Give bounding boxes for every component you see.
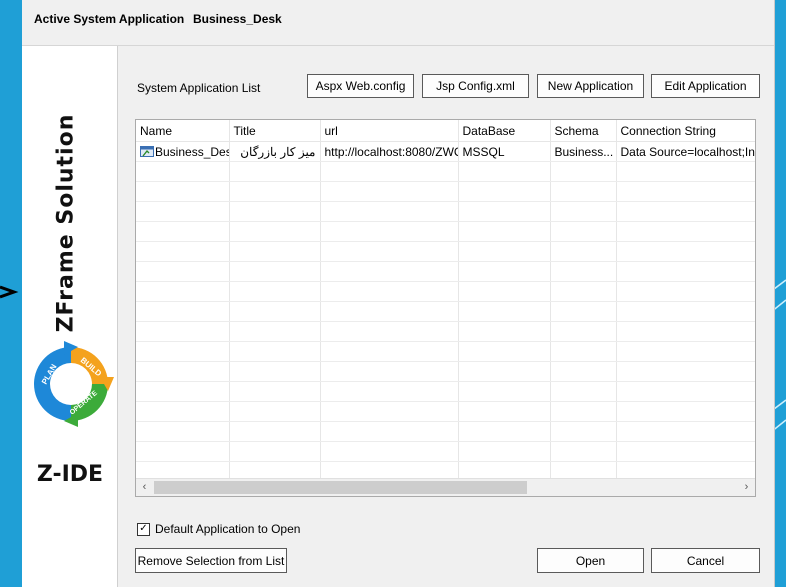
jsp-configxml-button[interactable]: Jsp Config.xml bbox=[422, 74, 529, 98]
new-application-button[interactable]: New Application bbox=[537, 74, 644, 98]
scrollbar-thumb[interactable] bbox=[154, 481, 527, 494]
aspx-webconfig-button[interactable]: Aspx Web.config bbox=[307, 74, 414, 98]
default-application-option[interactable]: ✓ Default Application to Open bbox=[137, 522, 300, 536]
column-header-connection-string[interactable]: Connection String bbox=[616, 120, 755, 142]
brand-title: ZFrame Solution bbox=[53, 113, 79, 333]
cell-name-text: Business_Desk bbox=[155, 144, 228, 159]
empty-row bbox=[136, 301, 755, 322]
empty-row bbox=[136, 441, 755, 462]
scroll-left-icon[interactable]: ‹ bbox=[136, 479, 153, 496]
edit-application-button[interactable]: Edit Application bbox=[651, 74, 760, 98]
cell-url[interactable]: http://localhost:8080/ZWC/ bbox=[320, 141, 459, 162]
application-table: Name Title url DataBase Schema Connectio… bbox=[136, 120, 755, 482]
empty-row bbox=[136, 321, 755, 342]
empty-row bbox=[136, 281, 755, 302]
active-application-bar: Active System Application Business_Desk bbox=[22, 0, 774, 46]
column-header-url[interactable]: url bbox=[320, 120, 459, 142]
active-application-value: Business_Desk bbox=[193, 12, 282, 26]
arrow-right-icon bbox=[0, 285, 19, 299]
empty-row bbox=[136, 361, 755, 382]
empty-row bbox=[136, 201, 755, 222]
open-button[interactable]: Open bbox=[537, 548, 644, 573]
default-application-label: Default Application to Open bbox=[155, 522, 301, 536]
main-panel: System Application List Aspx Web.config … bbox=[118, 46, 774, 587]
active-application-label: Active System Application bbox=[34, 12, 185, 26]
plan-build-operate-logo: PLAN BUILD OPERATE bbox=[34, 341, 114, 427]
cell-name[interactable]: Business_Desk bbox=[136, 141, 230, 162]
table-row[interactable]: Business_Desk میز کار بازرگان http://loc… bbox=[136, 141, 755, 162]
list-label: System Application List bbox=[137, 81, 261, 95]
cell-database[interactable]: MSSQL bbox=[458, 141, 551, 162]
column-header-title[interactable]: Title bbox=[229, 120, 321, 142]
empty-row bbox=[136, 221, 755, 242]
empty-row bbox=[136, 241, 755, 262]
cancel-button[interactable]: Cancel bbox=[651, 548, 760, 573]
empty-row bbox=[136, 381, 755, 402]
empty-row bbox=[136, 421, 755, 442]
horizontal-scrollbar[interactable]: ‹ › bbox=[136, 478, 755, 496]
default-application-checkbox[interactable]: ✓ bbox=[137, 522, 150, 536]
cell-title[interactable]: میز کار بازرگان bbox=[229, 141, 321, 162]
cell-connection-string[interactable]: Data Source=localhost;Initial Ca bbox=[616, 141, 755, 162]
application-window: Active System Application Business_Desk … bbox=[22, 0, 775, 587]
scroll-right-icon[interactable]: › bbox=[738, 479, 755, 496]
sidebar: ZFrame Solution PLAN BUILD OPERATE Z-IDE bbox=[22, 46, 118, 587]
empty-row bbox=[136, 341, 755, 362]
application-grid[interactable]: Name Title url DataBase Schema Connectio… bbox=[135, 119, 756, 497]
remove-selection-button[interactable]: Remove Selection from List bbox=[135, 548, 287, 573]
table-header-row: Name Title url DataBase Schema Connectio… bbox=[136, 120, 755, 142]
column-header-schema[interactable]: Schema bbox=[550, 120, 617, 142]
column-header-database[interactable]: DataBase bbox=[458, 120, 551, 142]
empty-row bbox=[136, 261, 755, 282]
application-row-icon bbox=[140, 145, 154, 157]
cell-schema[interactable]: Business... bbox=[550, 141, 617, 162]
empty-row bbox=[136, 181, 755, 202]
product-name: Z-IDE bbox=[36, 462, 104, 487]
empty-row bbox=[136, 161, 755, 182]
empty-row bbox=[136, 401, 755, 422]
column-header-name[interactable]: Name bbox=[136, 120, 230, 142]
